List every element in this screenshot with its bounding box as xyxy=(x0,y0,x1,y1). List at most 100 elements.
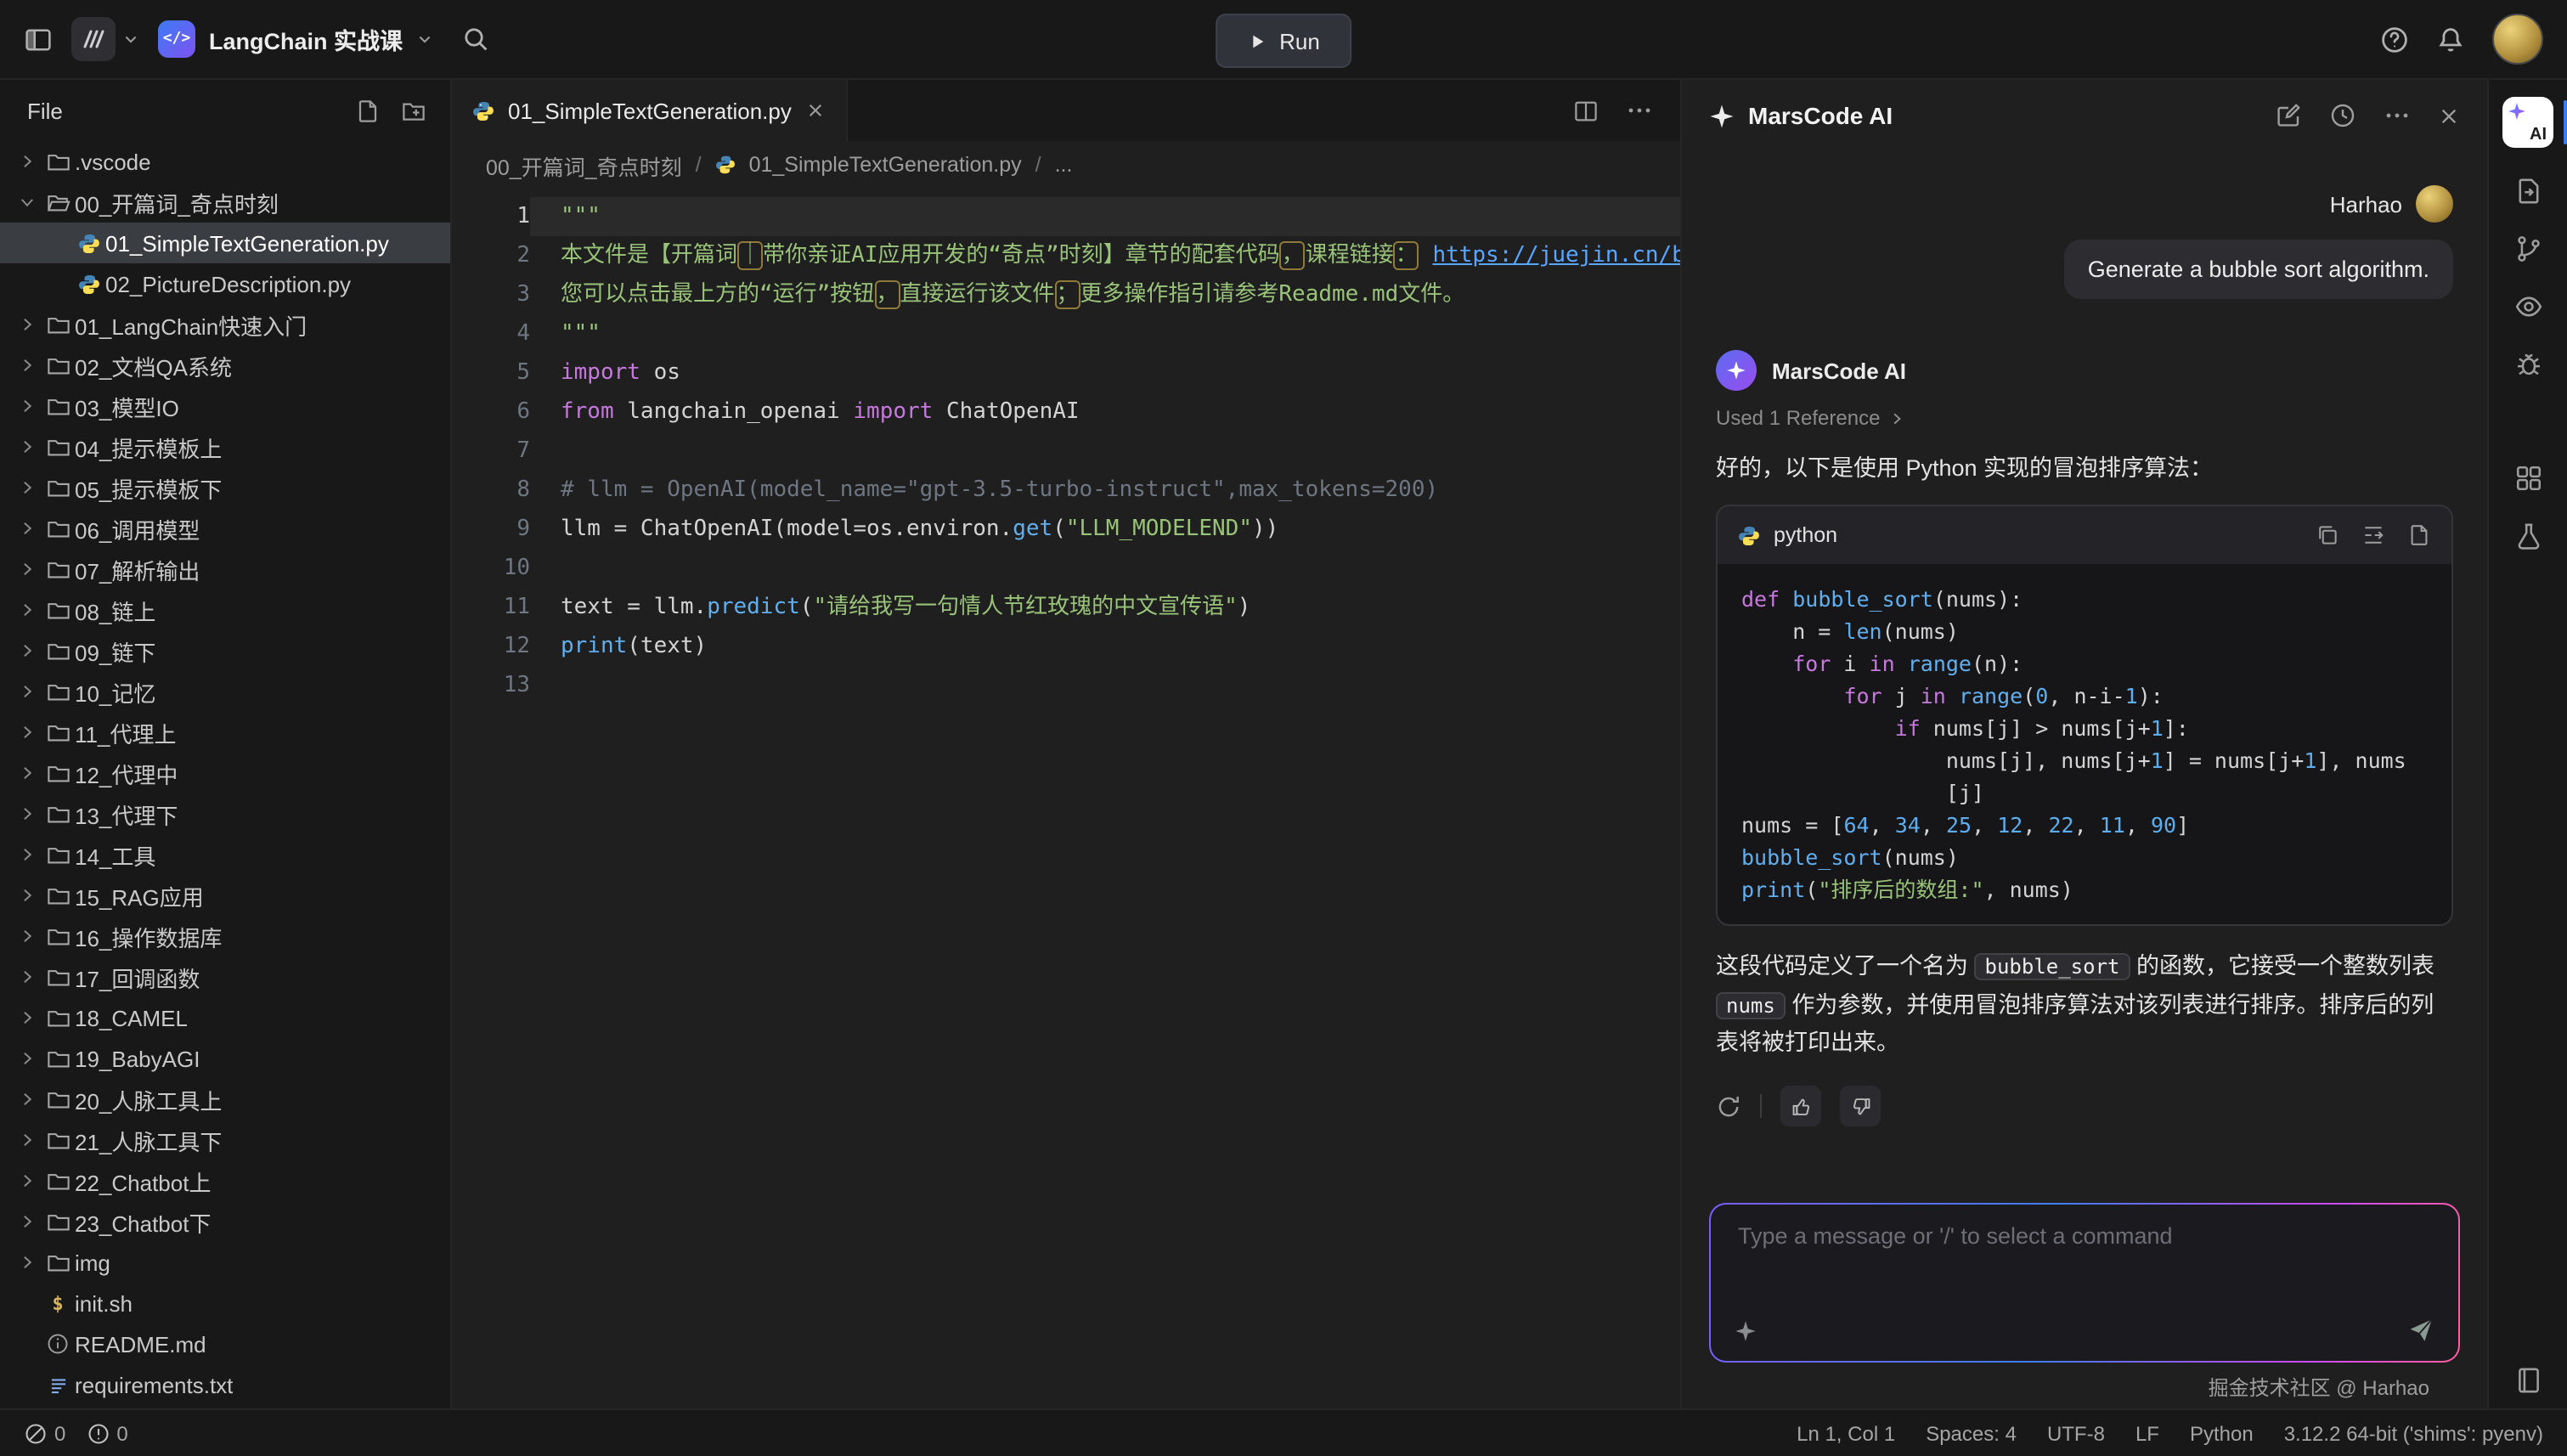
project-switcher[interactable]: </> LangChain 实战课 xyxy=(158,20,433,58)
close-icon[interactable] xyxy=(805,100,826,121)
code-editor[interactable]: 12345678910111213 """本文件是【开篇词｜带你亲证AI应用开发… xyxy=(452,189,1680,1408)
code-line[interactable] xyxy=(530,549,1680,588)
code-line[interactable] xyxy=(530,666,1680,705)
help-icon[interactable] xyxy=(2380,25,2409,54)
tree-item[interactable]: 05_提示模板下 xyxy=(0,467,450,508)
tree-item[interactable]: 16_操作数据库 xyxy=(0,916,450,957)
extensions-icon[interactable] xyxy=(2513,464,2542,493)
ai-rail-icon[interactable]: AI xyxy=(2502,97,2553,148)
breadcrumb[interactable]: 00_开篇词_奇点时刻 / 01_SimpleTextGeneration.py… xyxy=(452,141,1680,189)
tree-item[interactable]: README.md xyxy=(0,1323,450,1364)
code-line[interactable]: """ xyxy=(530,197,1680,236)
code-block-body[interactable]: def bubble_sort(nums): n = len(nums) for… xyxy=(1718,565,2451,925)
tree-item[interactable]: 21_人脉工具下 xyxy=(0,1120,450,1160)
tree-item[interactable]: 02_PictureDescription.py xyxy=(0,263,450,304)
tree-item[interactable]: 15_RAG应用 xyxy=(0,875,450,916)
code-line[interactable]: text = llm.predict("请给我写一句情人节红玫瑰的中文宣传语") xyxy=(530,588,1680,627)
tree-item[interactable]: 18_CAMEL xyxy=(0,997,450,1038)
tree-item[interactable]: $init.sh xyxy=(0,1283,450,1323)
tree-item[interactable]: 06_调用模型 xyxy=(0,508,450,549)
history-icon[interactable] xyxy=(2329,102,2356,129)
regenerate-icon[interactable] xyxy=(1716,1093,1741,1119)
new-conversation-icon[interactable] xyxy=(2275,102,2302,129)
tree-item[interactable]: 17_回调函数 xyxy=(0,957,450,997)
tab-simple-text-generation[interactable]: 01_SimpleTextGeneration.py xyxy=(452,80,848,141)
tree-item[interactable]: 14_工具 xyxy=(0,834,450,875)
code-line[interactable]: import os xyxy=(530,353,1680,392)
code-line[interactable]: llm = ChatOpenAI(model=os.environ.get("L… xyxy=(530,510,1680,549)
run-button[interactable]: Run xyxy=(1215,14,1352,68)
flask-icon[interactable] xyxy=(2513,522,2542,550)
notifications-icon[interactable] xyxy=(2436,25,2465,54)
tree-item[interactable]: 01_LangChain快速入门 xyxy=(0,304,450,345)
status-segment[interactable]: LF xyxy=(2135,1421,2159,1445)
git-branch-icon[interactable] xyxy=(2513,234,2542,263)
code-line[interactable]: print(text) xyxy=(530,627,1680,666)
status-segment[interactable]: 3.12.2 64-bit ('shims': pyenv) xyxy=(2284,1421,2543,1445)
used-references[interactable]: Used 1 Reference xyxy=(1716,406,2453,430)
tree-item[interactable]: 01_SimpleTextGeneration.py xyxy=(0,223,450,263)
file-export-icon[interactable] xyxy=(2513,177,2542,206)
tree-item[interactable]: 22_Chatbot上 xyxy=(0,1160,450,1201)
code-lines[interactable]: """本文件是【开篇词｜带你亲证AI应用开发的“奇点”时刻】章节的配套代码，课程… xyxy=(530,197,1680,1408)
status-segment[interactable]: Ln 1, Col 1 xyxy=(1797,1421,1895,1445)
tree-item[interactable]: requirements.txt xyxy=(0,1364,450,1405)
tree-item[interactable]: 03_模型IO xyxy=(0,386,450,426)
tree-item[interactable]: 12_代理中 xyxy=(0,753,450,793)
marscode-spark-icon[interactable] xyxy=(1735,1319,1757,1341)
python-file-icon xyxy=(472,99,494,121)
tree-item[interactable]: 09_链下 xyxy=(0,630,450,671)
apply-to-file-icon[interactable] xyxy=(2407,524,2431,548)
explorer-title: File xyxy=(27,98,63,123)
more-icon[interactable] xyxy=(1626,97,1653,124)
tree-item[interactable]: 11_代理上 xyxy=(0,712,450,753)
tree-item[interactable]: 13_代理下 xyxy=(0,793,450,834)
more-icon[interactable] xyxy=(2384,102,2411,129)
journal-icon[interactable] xyxy=(2513,1366,2542,1395)
tree-item-label: 20_人脉工具上 xyxy=(75,1083,222,1115)
send-icon[interactable] xyxy=(2407,1317,2434,1344)
code-line[interactable]: """ xyxy=(530,314,1680,353)
panel-toggle-icon[interactable] xyxy=(24,25,53,54)
copy-icon[interactable] xyxy=(2316,524,2339,548)
tree-item[interactable]: 07_解析输出 xyxy=(0,549,450,590)
marscode-logo-icon[interactable] xyxy=(71,17,139,61)
tree-item[interactable]: 19_BabyAGI xyxy=(0,1038,450,1079)
close-icon[interactable] xyxy=(2438,104,2460,127)
breadcrumb-file[interactable]: 01_SimpleTextGeneration.py xyxy=(749,153,1022,177)
tree-item[interactable]: 02_文档QA系统 xyxy=(0,345,450,386)
user-avatar[interactable] xyxy=(2492,14,2543,65)
folder-icon xyxy=(41,801,75,827)
tree-item[interactable]: 23_Chatbot下 xyxy=(0,1201,450,1242)
tree-item[interactable]: 20_人脉工具上 xyxy=(0,1079,450,1120)
tree-item[interactable]: 04_提示模板上 xyxy=(0,426,450,467)
insert-code-icon[interactable] xyxy=(2361,524,2385,548)
code-line[interactable]: from langchain_openai import ChatOpenAI xyxy=(530,392,1680,432)
status-segment[interactable]: Spaces: 4 xyxy=(1926,1421,2017,1445)
status-segment[interactable]: Python xyxy=(2190,1421,2254,1445)
breadcrumb-more[interactable]: ... xyxy=(1055,153,1073,177)
search-icon[interactable] xyxy=(462,25,489,53)
code-line[interactable]: 本文件是【开篇词｜带你亲证AI应用开发的“奇点”时刻】章节的配套代码，课程链接：… xyxy=(530,236,1680,275)
code-line[interactable]: 您可以点击最上方的“运行”按钮，直接运行该文件；更多操作指引请参考Readme.… xyxy=(530,275,1680,314)
chat-input[interactable] xyxy=(1735,1222,2441,1250)
tree-item[interactable]: img xyxy=(0,1242,450,1283)
tree-item[interactable]: 08_链上 xyxy=(0,590,450,630)
tree-item[interactable]: .vscode xyxy=(0,141,450,182)
warnings-indicator[interactable]: 0 xyxy=(86,1421,127,1445)
split-editor-icon[interactable] xyxy=(1573,98,1599,123)
errors-indicator[interactable]: 0 xyxy=(24,1421,65,1445)
breadcrumb-folder[interactable]: 00_开篇词_奇点时刻 xyxy=(486,149,682,181)
new-file-icon[interactable] xyxy=(355,98,381,123)
new-folder-icon[interactable] xyxy=(401,98,426,123)
tree-item-label: 06_调用模型 xyxy=(75,512,200,545)
status-segment[interactable]: UTF-8 xyxy=(2047,1421,2105,1445)
thumbs-down-icon[interactable] xyxy=(1840,1086,1881,1126)
bug-icon[interactable] xyxy=(2513,350,2542,379)
thumbs-up-icon[interactable] xyxy=(1780,1086,1821,1126)
eye-icon[interactable] xyxy=(2513,292,2542,321)
tree-item[interactable]: 00_开篇词_奇点时刻 xyxy=(0,182,450,223)
code-line[interactable]: # llm = OpenAI(model_name="gpt-3.5-turbo… xyxy=(530,471,1680,510)
tree-item[interactable]: 10_记忆 xyxy=(0,671,450,712)
code-line[interactable] xyxy=(530,432,1680,471)
